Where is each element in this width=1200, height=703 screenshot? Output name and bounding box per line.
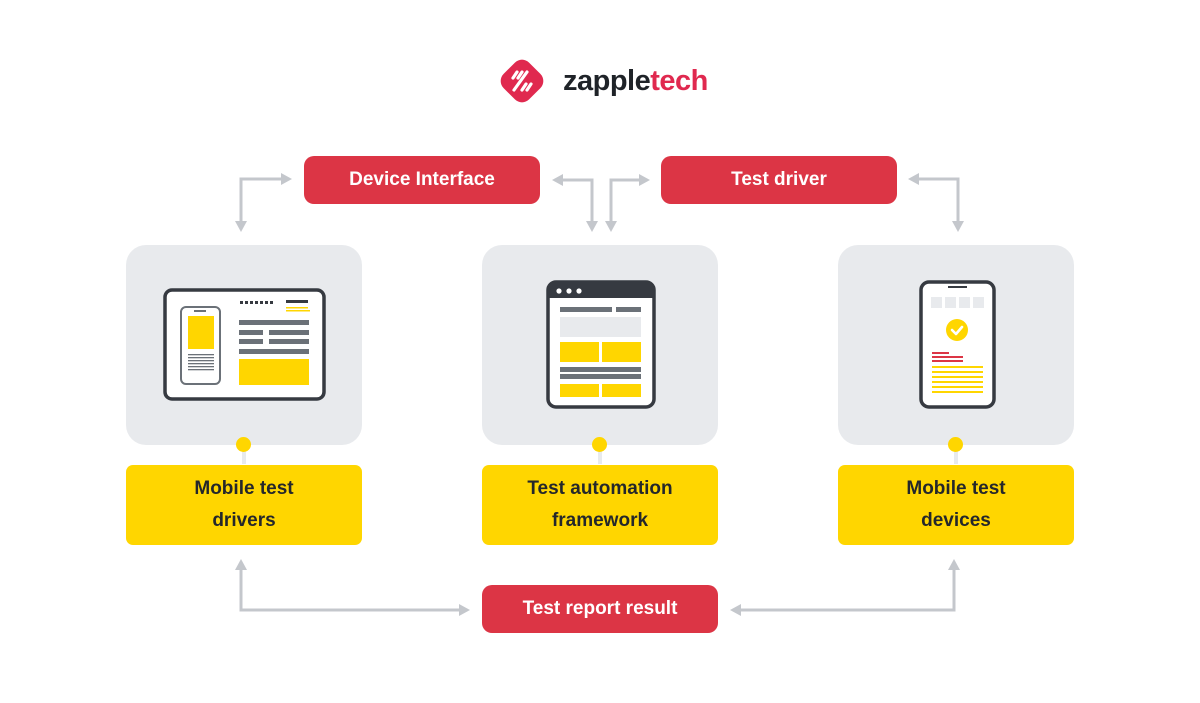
arrow-framework-to-test-driver: [609, 178, 640, 222]
arrow-test-driver-to-devices: [918, 177, 960, 222]
browser-window-icon: [546, 280, 656, 409]
arrowhead-down: [605, 221, 617, 232]
test-report-result-label: Test report result: [522, 598, 678, 619]
label-line-1: Test automation: [527, 478, 673, 499]
label-mobile-test-devices: Mobile test devices: [838, 465, 1074, 545]
arrow-drivers-to-device-interface: [239, 177, 282, 222]
label-line-1: Mobile test: [906, 478, 1006, 499]
label-mobile-test-drivers: Mobile test drivers: [126, 465, 362, 545]
arrowhead-left: [908, 173, 919, 185]
arrowhead-left: [730, 604, 741, 616]
connector-dot: [948, 437, 963, 452]
connector-dot: [592, 437, 607, 452]
arrowhead-down: [586, 221, 598, 232]
connector-stem: [242, 450, 246, 464]
card-mobile-test-drivers: [126, 245, 362, 445]
arrowhead-down: [952, 221, 964, 232]
label-line-2: devices: [921, 510, 991, 531]
arrow-devices-to-report: [740, 570, 956, 612]
arrowhead-down: [235, 221, 247, 232]
tablet-with-phone-icon: [163, 288, 326, 401]
arrowhead-left: [552, 174, 563, 186]
label-line-1: Mobile test: [194, 478, 294, 499]
test-report-result-box: Test report result: [482, 585, 718, 633]
connector-dot: [236, 437, 251, 452]
arrowhead-right: [459, 604, 470, 616]
connector-stem: [954, 450, 958, 464]
arrowhead-right: [639, 174, 650, 186]
arrow-device-interface-to-framework: [563, 178, 594, 222]
label-line-2: drivers: [212, 510, 276, 531]
label-test-automation-framework: Test automation framework: [482, 465, 718, 545]
connector-stem: [598, 450, 602, 464]
card-test-automation-framework: [482, 245, 718, 445]
arrowhead-right: [281, 173, 292, 185]
arrowhead-up: [235, 559, 247, 570]
arrow-drivers-to-report: [239, 570, 460, 612]
card-mobile-test-devices: [838, 245, 1074, 445]
device-interface-box: Device Interface: [304, 156, 540, 204]
label-line-2: framework: [551, 510, 649, 531]
arrowhead-up: [948, 559, 960, 570]
test-driver-box: Test driver: [661, 156, 897, 204]
device-interface-label: Device Interface: [349, 169, 495, 190]
test-driver-label: Test driver: [731, 169, 827, 190]
smartphone-check-icon: [919, 280, 996, 409]
